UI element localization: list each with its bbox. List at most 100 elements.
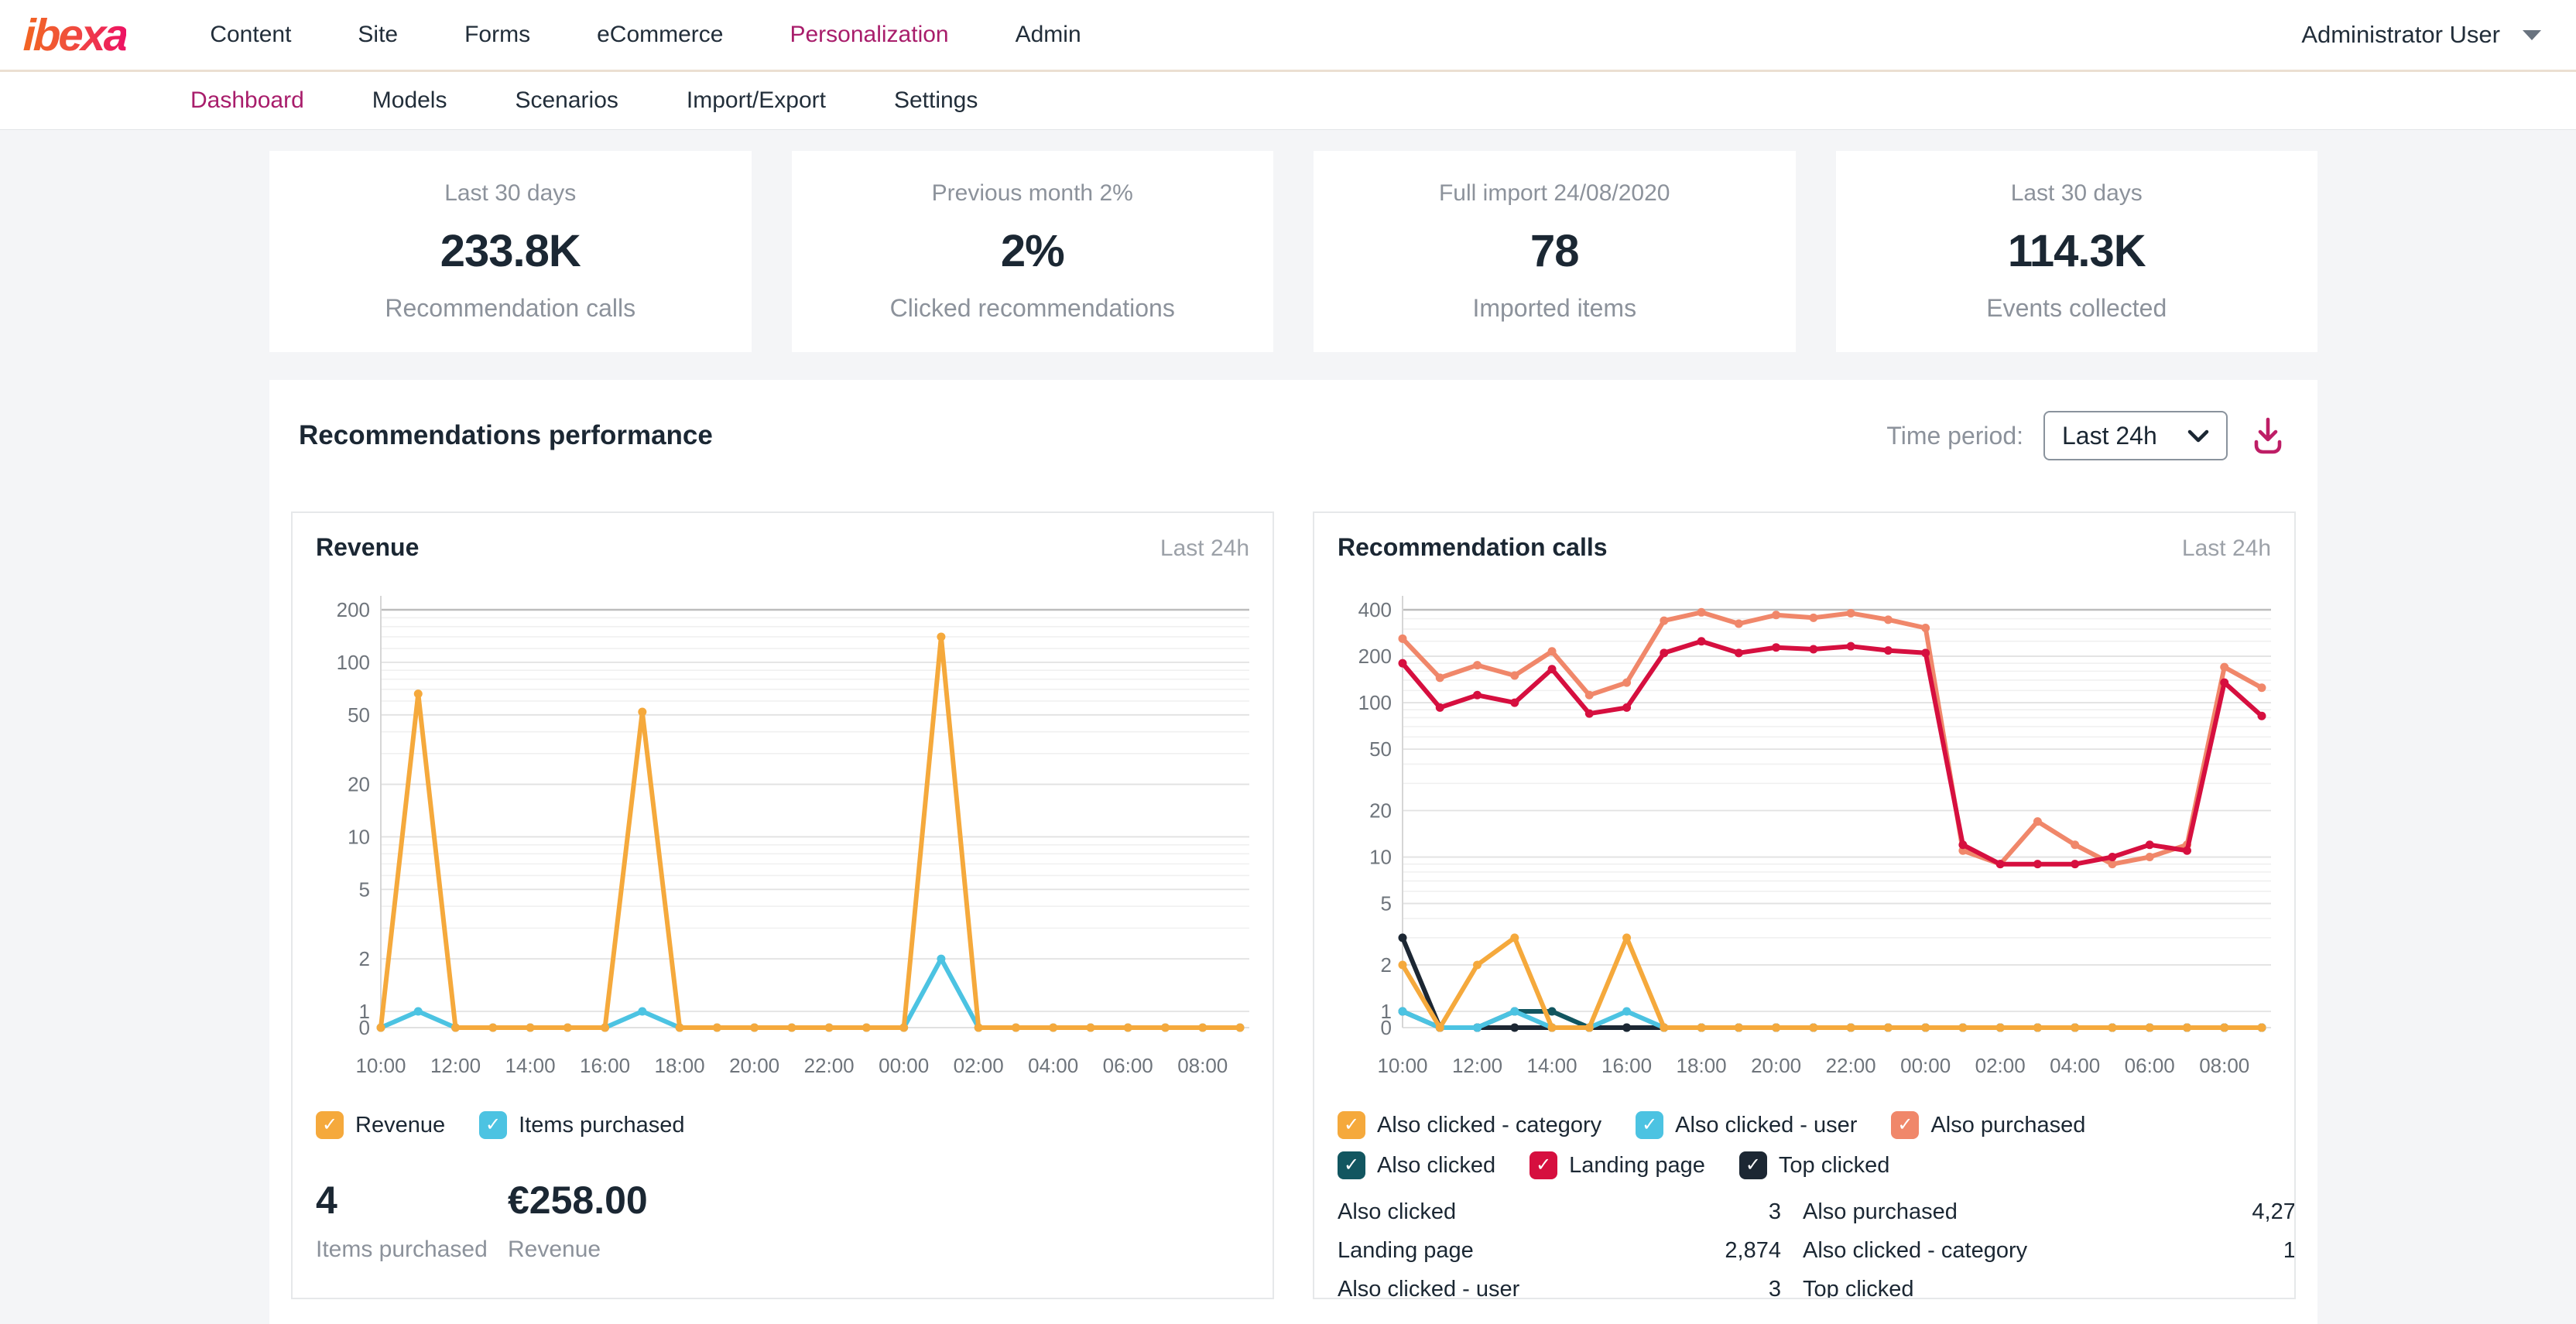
download-icon [2249,416,2287,456]
stat-value: 3 [1669,1199,1781,1225]
stat-card-period: Previous month 2% [932,180,1133,207]
topnav-item-forms[interactable]: Forms [464,22,530,48]
legend-label: Landing page [1569,1153,1705,1179]
svg-text:0: 0 [359,1016,370,1039]
dashboard-content: Last 30 days 233.8K Recommendation calls Pr… [269,131,2317,1324]
stats-row: Also clicked3Also purchased4,273Landing … [1338,1199,2271,1299]
stat-card-period: Full import 24/08/2020 [1439,180,1670,207]
svg-text:06:00: 06:00 [2125,1054,2175,1077]
legend-label: Items purchased [519,1113,684,1138]
recommendation-calls-legend: ✓Also clicked - category✓Also clicked - … [1338,1111,2271,1179]
check-icon: ✓ [1642,1116,1657,1134]
legend-item-also-purchased[interactable]: ✓ Also purchased [1891,1111,2085,1139]
checkbox-checked-icon[interactable]: ✓ [1530,1151,1557,1179]
check-icon: ✓ [485,1116,501,1134]
revenue-chart: 200100502010521010:0012:0014:0016:0018:0… [316,566,1252,1108]
svg-text:12:00: 12:00 [430,1054,481,1077]
checkbox-checked-icon[interactable]: ✓ [1338,1111,1365,1139]
legend-item-revenue[interactable]: ✓Revenue [316,1111,445,1139]
stats-table: Also clicked3Also purchased4,273Landing … [1338,1199,2296,1299]
svg-text:02:00: 02:00 [954,1054,1004,1077]
user-menu[interactable]: Administrator User [2301,21,2542,49]
checkbox-checked-icon[interactable]: ✓ [479,1111,507,1139]
svg-text:2: 2 [359,947,370,970]
topnav-item-ecommerce[interactable]: eCommerce [597,22,723,48]
subnav-item-models[interactable]: Models [372,87,447,114]
time-period-label: Time period: [1886,422,2023,450]
stat-card-metric: Recommendation calls [385,294,635,323]
legend-label: Also clicked [1377,1153,1495,1179]
svg-text:100: 100 [1358,691,1392,714]
legend-item-items-purchased[interactable]: ✓ Items purchased [479,1111,684,1139]
items-purchased-summary: 4 Items purchased [316,1178,508,1263]
svg-text:50: 50 [348,703,370,727]
recommendation-calls-chart: 400200100502010521010:0012:0014:0016:001… [1338,566,2274,1108]
legend-item-also-clicked-user[interactable]: ✓ Also clicked - user [1636,1111,1857,1139]
legend-item-also-clicked-category[interactable]: ✓Also clicked - category [1338,1111,1601,1139]
check-icon: ✓ [1745,1156,1761,1175]
chart-title: Revenue [316,533,419,562]
stat-card-metric: Clicked recommendations [890,294,1175,323]
stat-value: 3 [2196,1277,2296,1299]
stat-card-value: 114.3K [2008,225,2146,277]
subnav-item-settings[interactable]: Settings [894,87,978,114]
subnav-item-dashboard[interactable]: Dashboard [190,87,304,114]
check-icon: ✓ [1536,1156,1551,1175]
svg-text:02:00: 02:00 [1975,1054,2026,1077]
stat-card-value: 78 [1530,225,1579,277]
stat-card-period: Last 30 days [2011,180,2143,207]
subnav-items: Dashboard Models Scenarios Import/Export Set… [0,70,2576,130]
subnav-item-scenarios[interactable]: Scenarios [515,87,618,114]
revenue-legend: ✓Revenue✓Items purchased [316,1111,1249,1139]
svg-text:20:00: 20:00 [729,1054,779,1077]
stat-card-recommendation-calls: Last 30 days233.8KRecommendation calls [269,151,752,352]
checkbox-checked-icon[interactable]: ✓ [1891,1111,1919,1139]
svg-text:08:00: 08:00 [1177,1054,1228,1077]
stat-card-clicked-recommendations: Previous month 2%2%Clicked recommendatio… [792,151,1274,352]
svg-text:5: 5 [1381,892,1392,915]
check-icon: ✓ [322,1116,337,1134]
svg-text:10: 10 [348,825,370,848]
svg-text:2: 2 [1381,953,1392,977]
topnav-item-site[interactable]: Site [358,22,398,48]
stat-card-metric: Events collected [1986,294,2167,323]
series-items-purchased [377,955,1245,1032]
topnav-item-personalization[interactable]: Personalization [790,22,948,48]
legend-item-also-clicked[interactable]: ✓ Also clicked [1338,1151,1495,1179]
chart-title: Recommendation calls [1338,533,1608,562]
svg-text:14:00: 14:00 [505,1054,556,1077]
svg-text:400: 400 [1358,598,1392,621]
stat-label: Top clicked [1803,1277,2174,1299]
svg-text:18:00: 18:00 [1677,1054,1727,1077]
legend-item-top-clicked[interactable]: ✓Top clicked [1739,1151,1889,1179]
items-purchased-value: 4 [316,1178,508,1223]
svg-text:18:00: 18:00 [655,1054,705,1077]
stat-card-value: 233.8K [440,225,581,277]
user-name: Administrator User [2301,21,2500,49]
checkbox-checked-icon[interactable]: ✓ [316,1111,344,1139]
chart-header: Revenue Last 24h [316,533,1249,562]
legend-label: Also purchased [1930,1113,2085,1138]
svg-text:10: 10 [1369,846,1392,869]
svg-text:50: 50 [1369,737,1392,761]
chart-header: Recommendation calls Last 24h [1338,533,2271,562]
topnav-item-admin[interactable]: Admin [1016,22,1081,48]
checkbox-checked-icon[interactable]: ✓ [1739,1151,1767,1179]
legend-label: Also clicked - user [1675,1113,1857,1138]
svg-text:16:00: 16:00 [1601,1054,1652,1077]
svg-text:06:00: 06:00 [1103,1054,1153,1077]
checkbox-checked-icon[interactable]: ✓ [1636,1111,1663,1139]
subnav-item-import-export[interactable]: Import/Export [687,87,826,114]
download-button[interactable] [2248,414,2288,457]
svg-text:20:00: 20:00 [1751,1054,1801,1077]
svg-text:0: 0 [1381,1016,1392,1039]
svg-text:5: 5 [359,878,370,901]
legend-item-landing-page[interactable]: ✓ Landing page [1530,1151,1705,1179]
topnav-item-content[interactable]: Content [210,22,291,48]
x-axis-labels: 10:0012:0014:0016:0018:0020:0022:0000:00… [1377,1054,2249,1077]
check-icon: ✓ [1344,1116,1359,1134]
checkbox-checked-icon[interactable]: ✓ [1338,1151,1365,1179]
panel-controls: Time period: Last 24h [1886,411,2288,460]
time-period-select[interactable]: Last 24h [2043,411,2228,460]
stat-cards: Last 30 days 233.8K Recommendation calls Pr… [269,151,2317,352]
